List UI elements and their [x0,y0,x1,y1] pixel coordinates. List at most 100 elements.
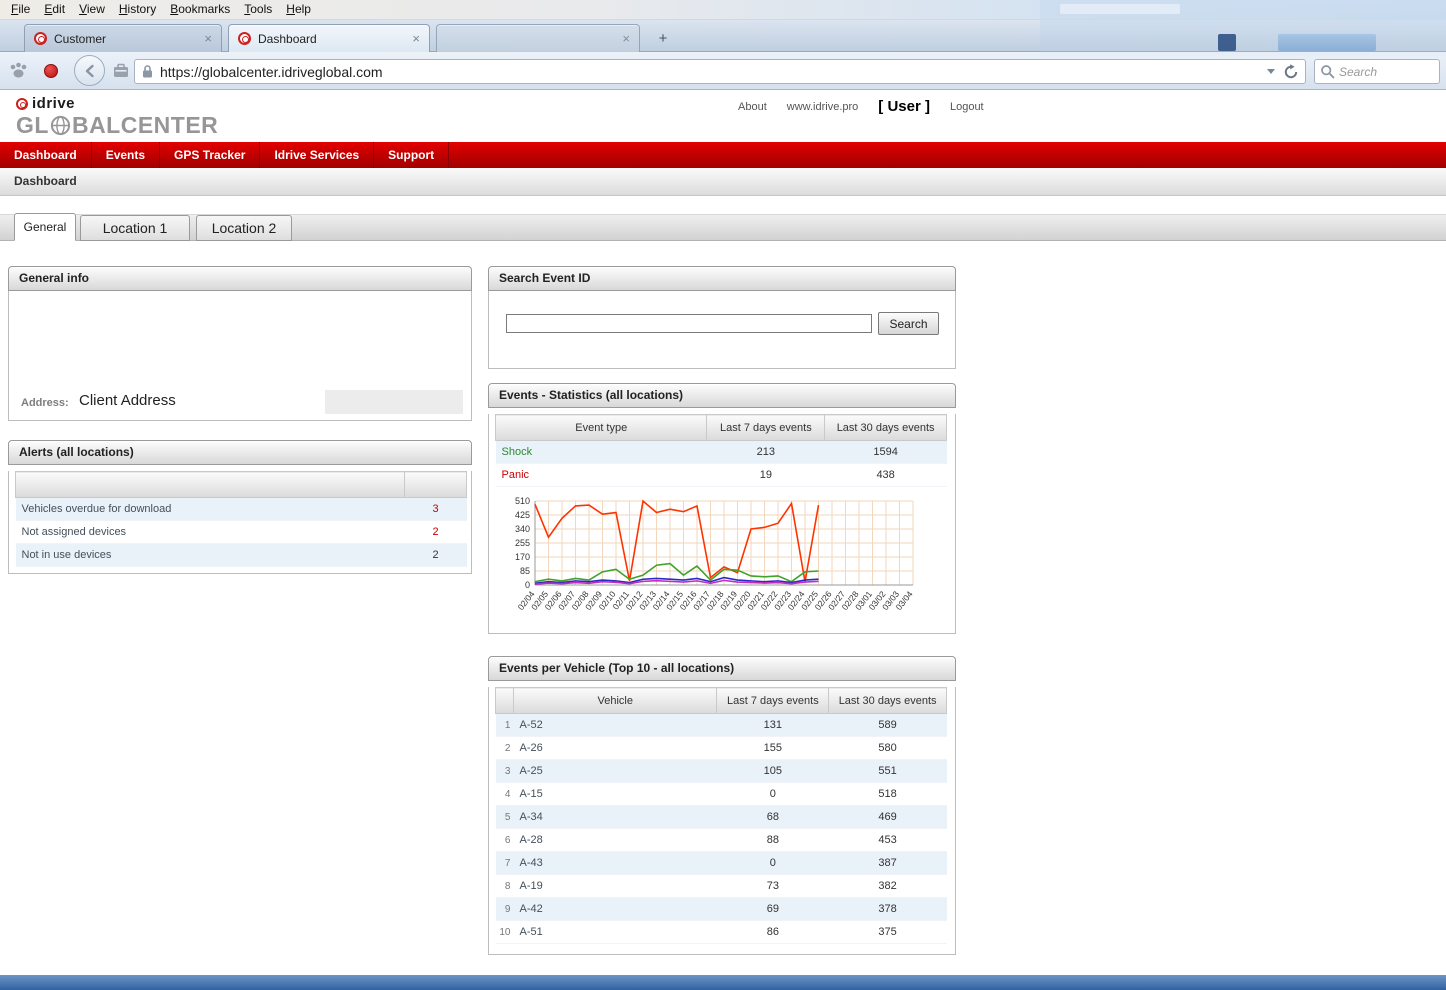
last30-value: 387 [829,852,947,875]
menu-history[interactable]: History [112,0,163,19]
urlbar-dropdown-icon[interactable] [1267,69,1275,74]
general-info-title: General info [8,266,472,291]
paw-extension-icon[interactable] [8,62,30,79]
menu-file[interactable]: File [4,0,37,19]
svg-text:170: 170 [515,552,530,562]
record-extension-icon[interactable] [44,64,58,78]
vehicle-name: A-28 [513,829,716,852]
address-value: Client Address [79,392,176,409]
main-nav: Dashboard Events GPS Tracker Idrive Serv… [0,142,1446,168]
nav-item-events[interactable]: Events [92,142,160,168]
nav-item-gps-tracker[interactable]: GPS Tracker [160,142,260,168]
vehicle-name: A-15 [513,783,716,806]
address-extra-field [325,390,463,414]
vehicle-name: A-52 [513,714,716,737]
browser-tab-customer[interactable]: Customer × [24,24,222,52]
logo-text-small: idrive [32,95,75,112]
nav-item-support[interactable]: Support [374,142,449,168]
svg-text:0: 0 [525,580,530,590]
back-button[interactable] [74,55,105,86]
stats-row: Panic19438 [496,464,947,487]
nav-item-idrive-services[interactable]: Idrive Services [260,142,374,168]
vehicle-row: 5A-3468469 [496,806,947,829]
last7-value: 0 [717,852,829,875]
last30-value: 378 [829,898,947,921]
logout-link[interactable]: Logout [950,101,984,113]
last30-value: 453 [829,829,947,852]
idrive-favicon-icon [34,32,47,45]
browser-tab-strip: Customer × Dashboard × × + [0,20,1446,52]
search-event-panel: Search Event ID Search [488,266,956,369]
last30-value: 382 [829,875,947,898]
vehicle-rank: 4 [496,783,514,806]
location-bar[interactable] [134,59,1306,84]
tab-location-2[interactable]: Location 2 [196,215,292,241]
reload-icon[interactable] [1283,64,1299,80]
menu-edit[interactable]: Edit [37,0,72,19]
last30-value: 438 [825,464,947,487]
alert-row: Not assigned devices2 [16,521,467,544]
stats-header-event-type: Event type [496,415,707,441]
vehicle-name: A-42 [513,898,716,921]
search-button[interactable]: Search [878,312,939,335]
browser-tab-dashboard[interactable]: Dashboard × [228,24,430,52]
vehicles-table: Vehicle Last 7 days events Last 30 days … [495,687,947,944]
vehicle-row: 10A-5186375 [496,921,947,944]
tab-close-icon[interactable]: × [204,32,212,45]
menu-bookmarks[interactable]: Bookmarks [163,0,237,19]
alert-label: Vehicles overdue for download [16,498,405,521]
vehicles-table-body: 1A-521315892A-261555803A-251055514A-1505… [496,714,947,944]
last7-value: 68 [717,806,829,829]
stats-table-body: Shock2131594Panic19438 [496,441,947,487]
last7-value: 155 [717,737,829,760]
tab-title: Customer [54,32,196,46]
menu-tools[interactable]: Tools [237,0,279,19]
last7-value: 69 [717,898,829,921]
events-per-vehicle-panel: Events per Vehicle (Top 10 - all locatio… [488,656,956,955]
about-link[interactable]: About [738,101,767,113]
browser-tab-blank[interactable]: × [436,24,640,52]
lock-icon [141,64,154,79]
vehicle-rank: 5 [496,806,514,829]
vehicle-rank: 8 [496,875,514,898]
last7-value: 86 [717,921,829,944]
menu-view[interactable]: View [72,0,112,19]
events-chart: 08517025534042551002/0402/0502/0602/0702… [503,495,923,623]
alert-count: 2 [405,544,467,567]
navigation-toolbar [0,52,1446,90]
menu-help[interactable]: Help [279,0,318,19]
browser-search-input[interactable] [1339,65,1434,79]
nav-item-dashboard[interactable]: Dashboard [0,142,92,168]
event-id-input[interactable] [506,314,872,333]
vehicle-row: 1A-52131589 [496,714,947,737]
vehicles-header-vehicle: Vehicle [513,688,716,714]
vehicle-row: 6A-2888453 [496,829,947,852]
alerts-header-count [405,472,467,498]
alerts-table: Vehicles overdue for download3Not assign… [15,471,467,567]
breadcrumb-bar: Dashboard [0,168,1446,196]
tab-location-1[interactable]: Location 1 [80,215,190,241]
alerts-panel: Alerts (all locations) Vehicles overdue … [8,440,472,574]
svg-text:85: 85 [520,566,530,576]
vehicles-header-row: Vehicle Last 7 days events Last 30 days … [496,688,947,714]
last30-value: 375 [829,921,947,944]
tab-general[interactable]: General [14,213,76,241]
browser-search-box[interactable] [1314,59,1440,84]
vehicle-rank: 2 [496,737,514,760]
idrive-c-icon [16,98,28,110]
back-arrow-icon [82,63,98,79]
site-link[interactable]: www.idrive.pro [787,101,859,113]
tab-close-icon[interactable]: × [412,32,420,45]
new-tab-button[interactable]: + [650,30,676,49]
vehicle-name: A-34 [513,806,716,829]
vehicles-header-blank [496,688,514,714]
vehicle-name: A-51 [513,921,716,944]
last30-value: 518 [829,783,947,806]
last7-value: 213 [707,441,825,464]
tab-close-icon[interactable]: × [622,32,630,45]
url-input[interactable] [160,64,1263,80]
bookmark-icon[interactable] [111,62,131,80]
browser-window: File Edit View History Bookmarks Tools H… [0,0,1446,990]
alert-label: Not assigned devices [16,521,405,544]
search-icon [1320,64,1335,79]
